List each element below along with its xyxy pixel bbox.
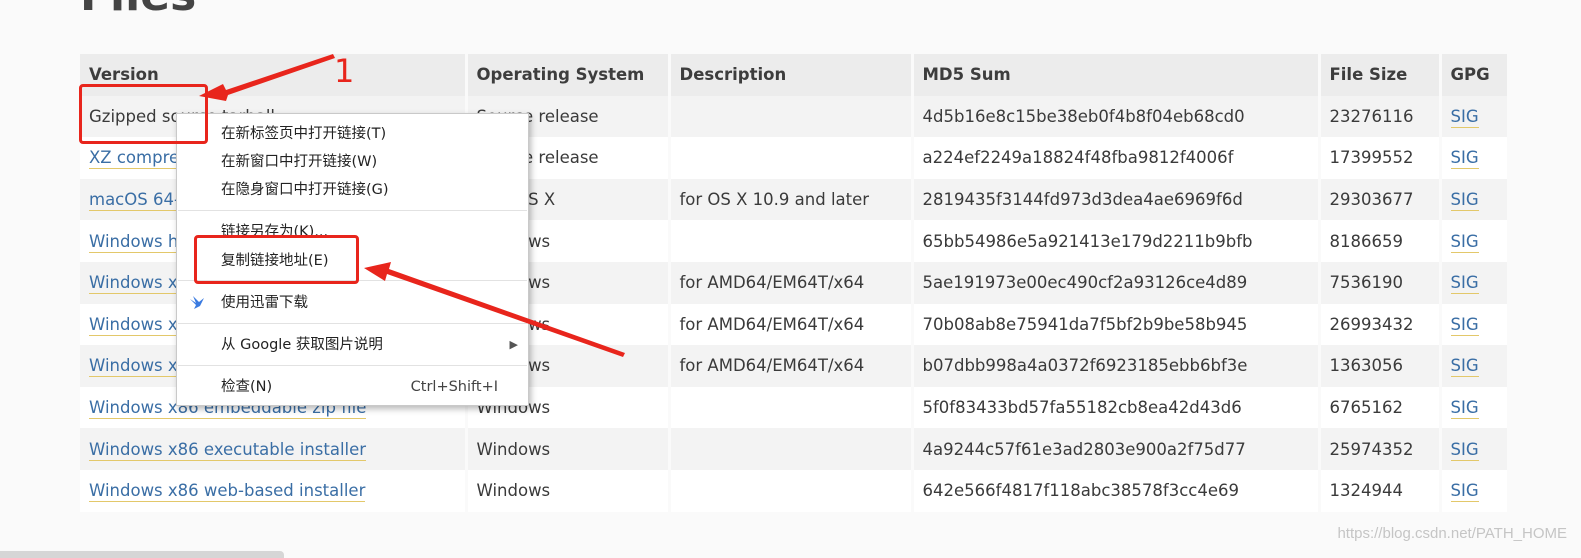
annotation-arrow-1 [199, 54, 335, 101]
annotation-arrows [199, 54, 625, 357]
horizontal-scrollbar[interactable] [0, 551, 284, 558]
annotation-arrow-2 [364, 262, 625, 357]
watermark: https://blog.csdn.net/PATH_HOME [1337, 525, 1567, 542]
